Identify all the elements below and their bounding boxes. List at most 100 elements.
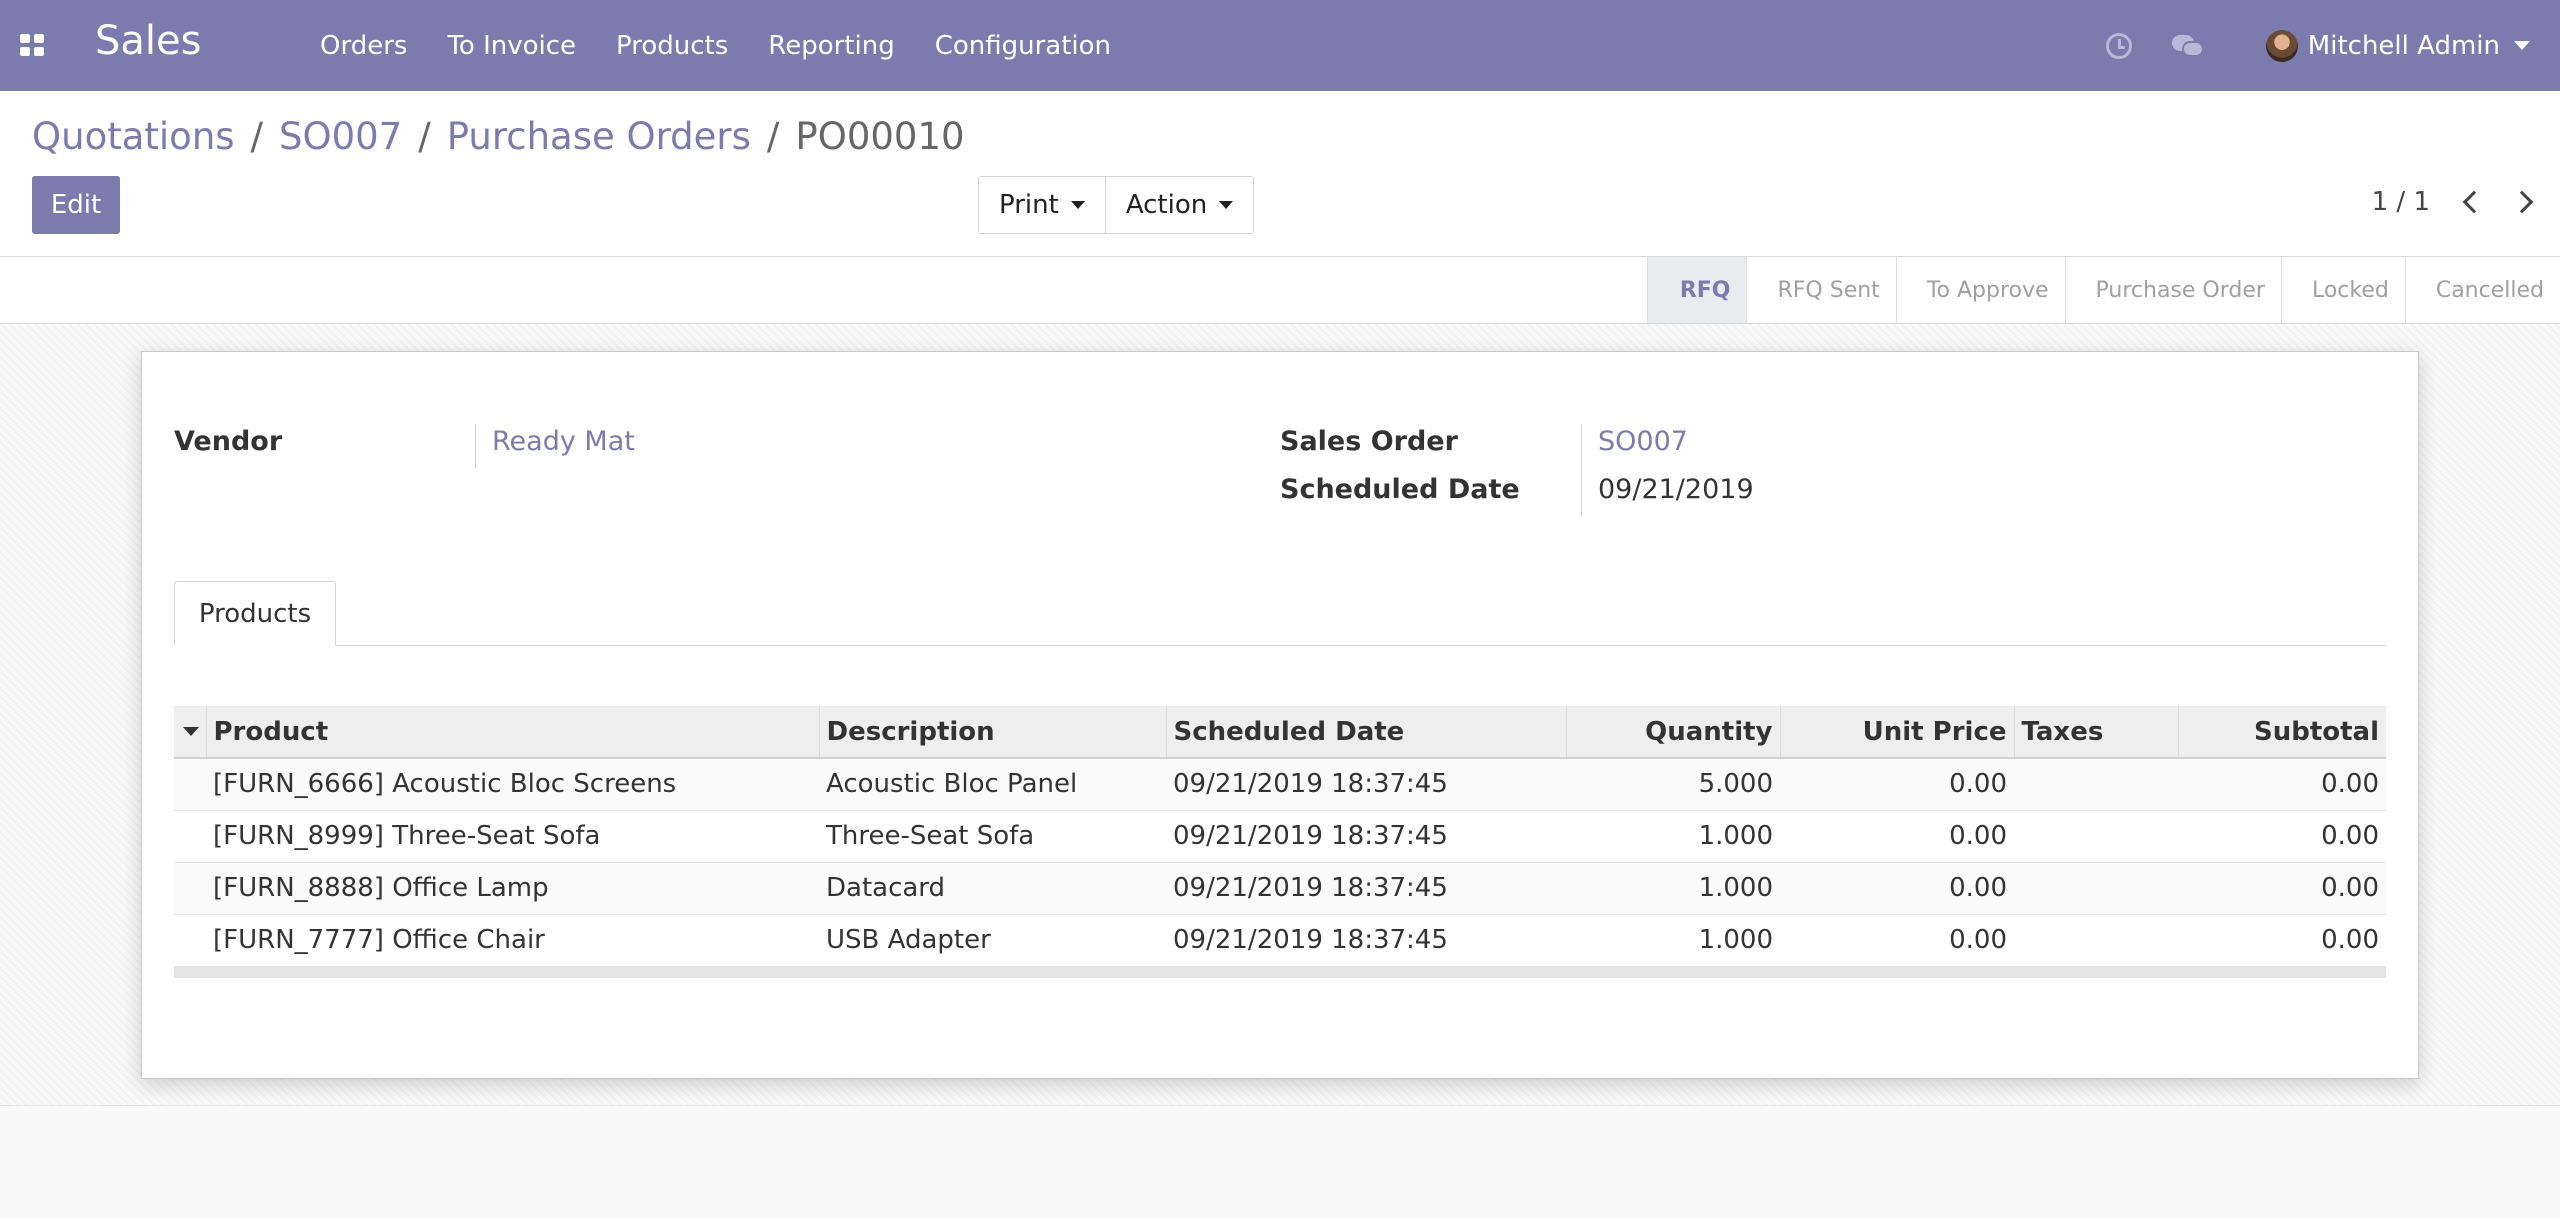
stage-purchase-order[interactable]: Purchase Order — [2064, 257, 2281, 323]
cell-unit-price: 0.00 — [1949, 873, 2007, 903]
cell-subtotal: 0.00 — [2321, 769, 2379, 800]
table-header-row: Product Description Scheduled Date Quant… — [174, 706, 2386, 758]
cell-product: [FURN_8888] Office Lamp — [213, 873, 549, 903]
sales-order-link[interactable]: SO007 — [1598, 426, 1688, 457]
menu-orders[interactable]: Orders — [300, 31, 427, 61]
clock-icon[interactable] — [2105, 32, 2132, 59]
header-scheduled-date[interactable]: Scheduled Date — [1165, 706, 1566, 758]
breadcrumb: Quotations / SO007 / Purchase Orders / P… — [32, 115, 965, 158]
print-dropdown[interactable]: Print — [979, 177, 1105, 233]
cell-product: [FURN_6666] Acoustic Bloc Screens — [213, 769, 677, 800]
cell-taxes — [2014, 914, 2178, 966]
stage-rfq-sent[interactable]: RFQ Sent — [1746, 257, 1895, 323]
menu-configuration[interactable]: Configuration — [915, 31, 1131, 61]
cell-taxes — [2014, 758, 2178, 810]
tab-products[interactable]: Products — [174, 581, 336, 646]
breadcrumb-purchase-orders[interactable]: Purchase Orders — [447, 115, 751, 158]
row-spacer — [174, 810, 206, 862]
chevron-left-icon[interactable] — [2462, 190, 2486, 214]
cell-subtotal: 0.00 — [2321, 873, 2379, 903]
cell-scheduled-date: 09/21/2019 18:37:45 — [1173, 925, 1448, 955]
control-panel: Quotations / SO007 / Purchase Orders / P… — [0, 91, 2560, 257]
chat-icon[interactable] — [2171, 33, 2204, 59]
cell-scheduled-date: 09/21/2019 18:37:45 — [1173, 873, 1448, 903]
cell-subtotal: 0.00 — [2321, 821, 2379, 851]
stage-to-approve[interactable]: To Approve — [1895, 257, 2065, 323]
table-footer-cell — [174, 966, 2386, 978]
stage-cancelled[interactable]: Cancelled — [2404, 257, 2560, 323]
header-quantity[interactable]: Quantity — [1565, 706, 1780, 758]
menu-to-invoice[interactable]: To Invoice — [427, 31, 596, 61]
cell-unit-price: 0.00 — [1949, 769, 2007, 800]
chevron-right-icon[interactable] — [2510, 190, 2534, 214]
chevron-down-icon — [1070, 201, 1085, 209]
apps-grid-icon[interactable] — [20, 34, 44, 56]
order-lines-table: Product Description Scheduled Date Quant… — [174, 706, 2386, 978]
field-divider — [1581, 424, 1582, 516]
edit-button[interactable]: Edit — [32, 176, 120, 234]
sales-order-label: Sales Order — [1280, 426, 1458, 457]
status-bar: RFQ RFQ Sent To Approve Purchase Order L… — [0, 257, 2560, 324]
stage-rfq[interactable]: RFQ — [1646, 257, 1747, 323]
cell-quantity: 1.000 — [1698, 873, 1773, 903]
cell-taxes — [2014, 810, 2178, 862]
action-dropdown[interactable]: Action — [1104, 177, 1254, 233]
cell-quantity: 5.000 — [1698, 769, 1773, 800]
chevron-down-icon[interactable] — [2514, 41, 2530, 50]
pager-value[interactable]: 1 / 1 — [2372, 187, 2430, 217]
tabs-divider — [174, 645, 2386, 646]
row-spacer — [174, 758, 206, 810]
header-description[interactable]: Description — [818, 706, 1166, 758]
navbar-systray: Mitchell Admin — [2105, 0, 2530, 91]
vendor-link[interactable]: Ready Mat — [492, 426, 635, 457]
cell-product: [FURN_8999] Three-Seat Sofa — [213, 821, 601, 851]
main-menu: Orders To Invoice Products Reporting Con… — [300, 0, 1131, 91]
stage-locked[interactable]: Locked — [2280, 257, 2405, 323]
cell-description: USB Adapter — [826, 925, 991, 955]
cell-taxes — [2014, 862, 2178, 914]
scheduled-date-value: 09/21/2019 — [1598, 474, 1754, 505]
cell-quantity: 1.000 — [1698, 821, 1773, 851]
header-product[interactable]: Product — [205, 706, 819, 758]
field-divider — [475, 424, 476, 468]
cell-description: Three-Seat Sofa — [826, 821, 1035, 851]
menu-reporting[interactable]: Reporting — [748, 31, 914, 61]
header-subtotal[interactable]: Subtotal — [2177, 706, 2386, 758]
chevron-down-icon[interactable] — [183, 727, 199, 736]
column-selector[interactable] — [174, 706, 206, 758]
cell-description: Datacard — [826, 873, 946, 903]
breadcrumb-separator: / — [250, 115, 264, 158]
action-button-group: Print Action — [978, 176, 1255, 234]
table-row[interactable]: [FURN_7777] Office Chair USB Adapter 09/… — [174, 914, 2386, 966]
header-unit-price[interactable]: Unit Price — [1779, 706, 2014, 758]
print-label: Print — [999, 190, 1059, 220]
cell-product: [FURN_7777] Office Chair — [213, 925, 545, 955]
cell-description: Acoustic Bloc Panel — [826, 769, 1078, 800]
cell-subtotal: 0.00 — [2321, 925, 2379, 955]
header-taxes[interactable]: Taxes — [2013, 706, 2178, 758]
menu-products[interactable]: Products — [596, 31, 748, 61]
status-stages: RFQ RFQ Sent To Approve Purchase Order L… — [1646, 257, 2560, 323]
user-menu[interactable]: Mitchell Admin — [2308, 31, 2500, 61]
breadcrumb-separator: / — [418, 115, 431, 158]
action-label: Action — [1125, 190, 1208, 220]
app-name[interactable]: Sales — [95, 18, 201, 64]
vendor-label: Vendor — [174, 426, 283, 457]
top-navbar: Sales Orders To Invoice Products Reporti… — [0, 0, 2560, 91]
table-footer — [174, 966, 2386, 978]
breadcrumb-sales-order[interactable]: SO007 — [279, 115, 402, 158]
breadcrumb-quotations[interactable]: Quotations — [32, 115, 235, 158]
cell-scheduled-date: 09/21/2019 18:37:45 — [1173, 769, 1448, 800]
table-row[interactable]: [FURN_8888] Office Lamp Datacard 09/21/2… — [174, 862, 2386, 914]
row-spacer — [174, 914, 206, 966]
row-spacer — [174, 862, 206, 914]
chevron-down-icon — [1219, 201, 1234, 209]
breadcrumb-current: PO00010 — [795, 115, 965, 158]
cell-unit-price: 0.00 — [1949, 821, 2007, 851]
cell-unit-price: 0.00 — [1949, 925, 2007, 955]
cell-quantity: 1.000 — [1698, 925, 1773, 955]
scheduled-date-label: Scheduled Date — [1280, 474, 1520, 505]
avatar[interactable] — [2265, 29, 2298, 62]
table-row[interactable]: [FURN_8999] Three-Seat Sofa Three-Seat S… — [174, 810, 2386, 862]
table-row[interactable]: [FURN_6666] Acoustic Bloc Screens Acoust… — [174, 758, 2386, 810]
